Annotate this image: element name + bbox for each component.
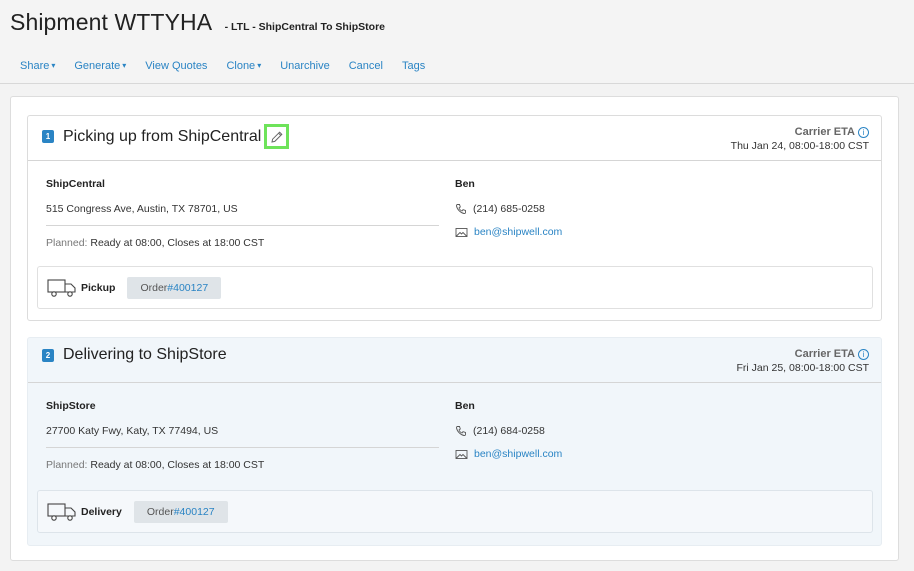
stop-card-pickup: 1 Picking up from ShipCentral Carrier ET… [27,115,882,321]
nav-unarchive[interactable]: Unarchive [280,60,330,72]
page-title: Shipment WTTYHA [10,9,213,35]
company-name: ShipStore [46,400,96,412]
nav-clone[interactable]: Clone ▾ [226,60,261,72]
stops-panel: 1 Picking up from ShipCentral Carrier ET… [10,96,899,561]
carrier-eta: Carrier ETA i Fri Jan 25, 08:00-18:00 CS… [736,348,870,374]
phone-icon [456,426,466,436]
stop-title-row: 2 Delivering to ShipStore [42,346,227,364]
nav-share[interactable]: Share ▾ [20,60,55,72]
order-number-link[interactable]: #400127 [174,506,215,518]
planned-hours: Planned: Ready at 08:00, Closes at 18:00… [46,237,439,249]
contact-name: Ben [455,400,475,412]
contact-name: Ben [455,178,475,190]
nav-view-quotes[interactable]: View Quotes [145,60,207,72]
action-label: Delivery [81,505,122,518]
planned-hours: Planned: Ready at 08:00, Closes at 18:00… [46,459,439,471]
edit-stop-button[interactable] [264,124,290,149]
order-label: Order [140,281,168,294]
eta-label-row: Carrier ETA i [731,126,869,138]
order-label: Order [146,505,174,518]
phone-number: (214) 684-0258 [473,425,545,437]
order-chip: Order#400127 [127,276,222,299]
planned-value: Ready at 08:00, Closes at 18:00 CST [90,459,265,471]
phone-number: (214) 685-0258 [473,203,545,215]
eta-value: Fri Jan 25, 08:00-18:00 CST [736,362,870,374]
nav-cancel[interactable]: Cancel [349,60,383,72]
stop-action-row: Pickup Order#400127 [37,266,873,309]
info-icon[interactable]: i [858,348,869,360]
order-number-link[interactable]: #400127 [167,282,208,294]
location-details: ShipCentral 515 Congress Ave, Austin, TX… [46,178,439,249]
planned-label: Planned: [46,459,88,471]
location-details: ShipStore 27700 Katy Fwy, Katy, TX 77494… [46,400,439,471]
divider [28,382,881,383]
number-badge-icon: 1 [42,130,54,143]
truck-icon [47,502,76,521]
email-address: ben@shipwell.com [474,226,563,238]
chevron-down-icon: ▾ [51,61,56,70]
divider [46,447,439,448]
address: 27700 Katy Fwy, Katy, TX 77494, US [46,425,219,437]
envelope-icon [455,227,468,237]
eta-label: Carrier ETA [794,126,855,138]
title-row: Shipment WTTYHA - LTL - ShipCentral To S… [10,9,385,36]
action-nav: Share ▾ Generate ▾ View Quotes Clone ▾ Unar… [20,60,444,72]
eta-value: Thu Jan 24, 08:00-18:00 CST [730,140,869,152]
number-badge-icon: 2 [42,348,54,362]
action-label: Pickup [81,281,116,294]
info-icon[interactable]: i [858,126,869,138]
divider [28,160,881,161]
stop-title-row: 1 Picking up from ShipCentral [42,124,290,149]
planned-label: Planned: [46,237,88,249]
page-header: Shipment WTTYHA - LTL - ShipCentral To S… [0,0,914,84]
contact-email[interactable]: ben@shipwell.com [455,448,562,460]
nav-generate-label: Generate [74,60,121,72]
nav-share-label: Share [20,60,50,72]
eta-label: Carrier ETA [794,348,855,360]
page-subtitle: - LTL - ShipCentral To ShipStore [224,21,386,33]
contact-email[interactable]: ben@shipwell.com [455,226,562,238]
stop-title: Delivering to ShipStore [63,346,227,363]
contact-details: Ben (214) 684-0258 ben@shipwell.com [455,400,562,460]
chevron-down-icon: ▾ [122,61,127,70]
company-name: ShipCentral [46,178,105,190]
stop-title: Picking up from ShipCentral [63,127,262,145]
contact-phone: (214) 684-0258 [455,425,562,437]
nav-generate[interactable]: Generate ▾ [74,60,126,72]
nav-tags[interactable]: Tags [402,60,425,72]
carrier-eta: Carrier ETA i Thu Jan 24, 08:00-18:00 CS… [731,126,869,152]
pencil-edit-icon [271,130,283,143]
nav-clone-label: Clone [226,60,256,72]
envelope-icon [455,449,468,459]
contact-details: Ben (214) 685-0258 ben@shipwell.com [455,178,562,238]
divider [46,225,439,226]
stop-action-row: Delivery Order#400127 [37,490,873,533]
eta-label-row: Carrier ETA i [737,348,869,360]
email-address: ben@shipwell.com [474,448,563,460]
contact-phone: (214) 685-0258 [455,203,562,215]
chevron-down-icon: ▾ [257,61,262,70]
phone-icon [456,204,466,214]
order-chip: Order#400127 [133,500,228,523]
stop-card-delivery: 2 Delivering to ShipStore Carrier ETA i … [27,337,882,546]
truck-icon [47,278,76,297]
planned-value: Ready at 08:00, Closes at 18:00 CST [90,237,265,249]
address: 515 Congress Ave, Austin, TX 78701, US [46,203,238,215]
